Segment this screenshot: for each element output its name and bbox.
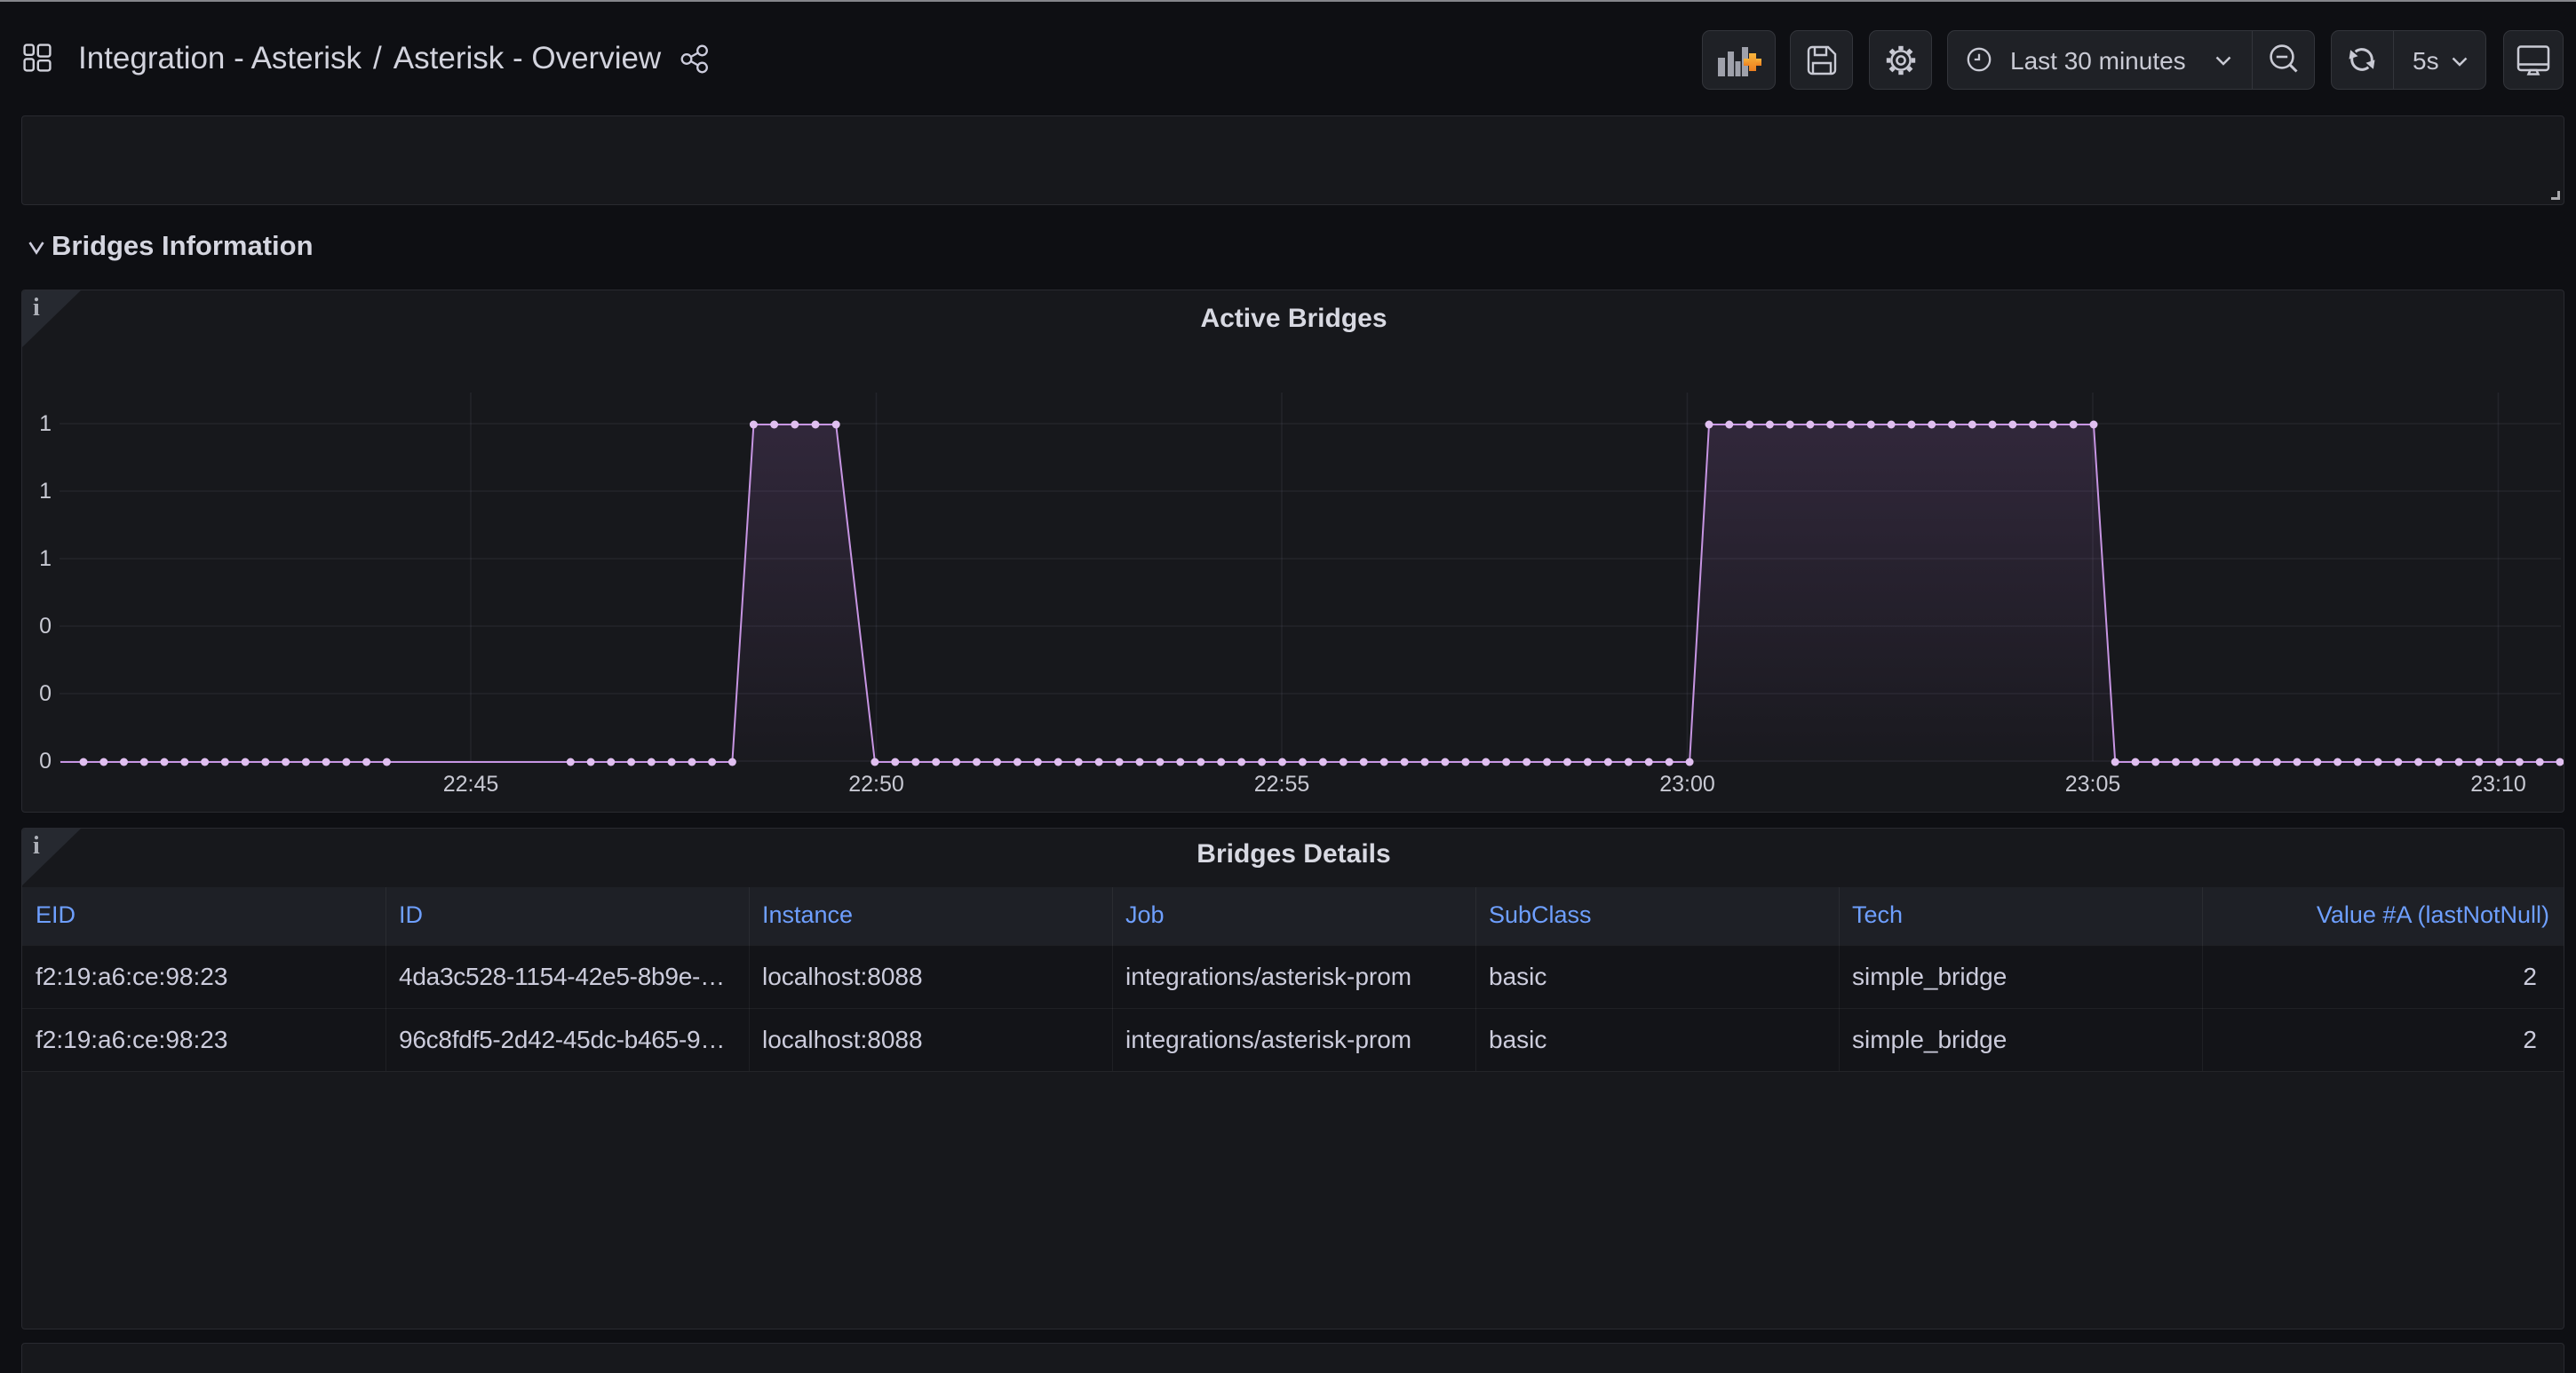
svg-text:22:55: 22:55 bbox=[1254, 772, 1310, 797]
svg-text:1: 1 bbox=[39, 479, 52, 504]
svg-text:1: 1 bbox=[39, 411, 52, 436]
svg-text:0: 0 bbox=[39, 681, 52, 706]
svg-text:23:00: 23:00 bbox=[1659, 772, 1715, 797]
svg-text:1: 1 bbox=[39, 546, 52, 571]
svg-text:0: 0 bbox=[39, 614, 52, 639]
svg-text:22:50: 22:50 bbox=[848, 772, 904, 797]
svg-text:23:05: 23:05 bbox=[2065, 772, 2121, 797]
svg-text:22:45: 22:45 bbox=[443, 772, 499, 797]
svg-text:0: 0 bbox=[39, 749, 52, 774]
svg-text:23:10: 23:10 bbox=[2470, 772, 2526, 797]
svg-text:Active Bridges: Active Bridges bbox=[1200, 304, 1387, 333]
